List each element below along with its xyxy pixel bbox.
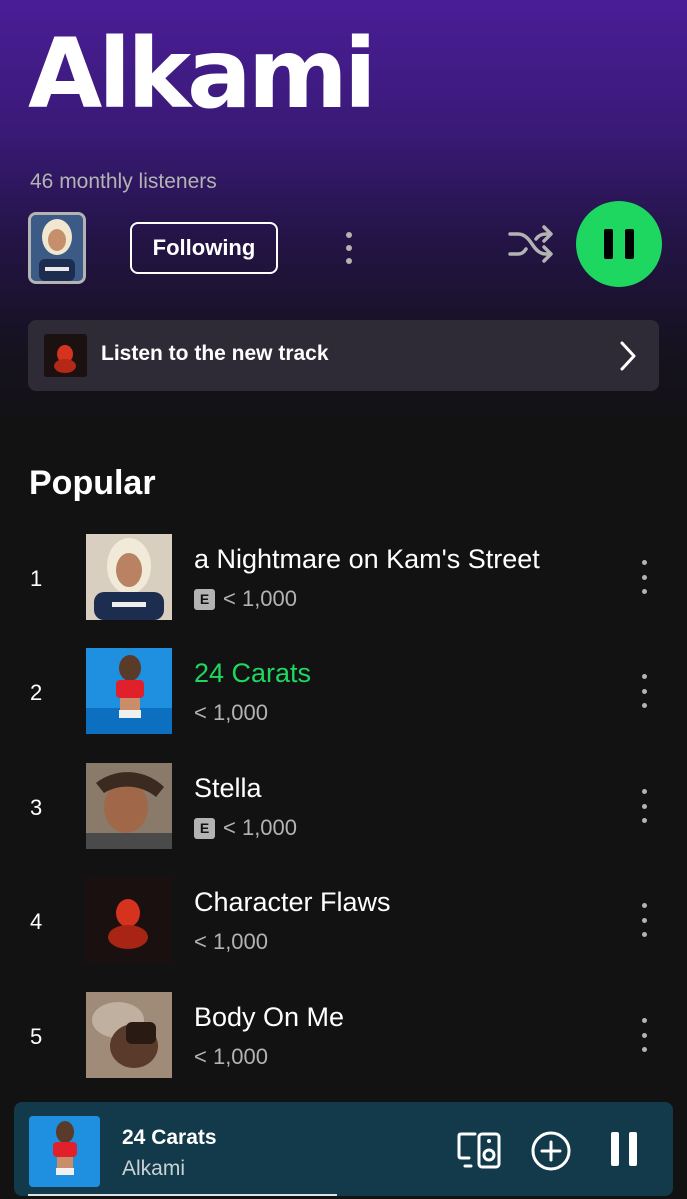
- track-plays: < 1,000: [223, 586, 298, 611]
- track-plays: < 1,000: [223, 815, 298, 840]
- track-title: Stella: [194, 773, 262, 803]
- explicit-badge: E: [194, 817, 215, 839]
- new-track-artwork: [44, 334, 87, 377]
- track-rank: 4: [30, 909, 43, 934]
- track-rank: 1: [30, 566, 43, 591]
- add-circle-icon[interactable]: [530, 1130, 572, 1172]
- track-plays: < 1,000: [194, 1044, 269, 1069]
- connect-device-icon[interactable]: [457, 1130, 503, 1170]
- popular-section-title: Popular: [29, 464, 156, 502]
- track-rank: 2: [30, 680, 43, 705]
- track-artwork: [86, 648, 172, 734]
- track-artwork: [86, 763, 172, 849]
- track-artwork: [86, 877, 172, 963]
- new-track-label: Listen to the new track: [101, 342, 329, 365]
- pause-icon[interactable]: [606, 1132, 642, 1168]
- monthly-listeners: 46 monthly listeners: [30, 170, 217, 193]
- pause-icon: [604, 229, 613, 259]
- track-artwork: [86, 534, 172, 620]
- track-rank: 5: [30, 1024, 43, 1049]
- artist-name: Alkami: [28, 18, 377, 130]
- more-options-icon[interactable]: [637, 1018, 651, 1052]
- playback-progress-bar: [28, 1194, 337, 1196]
- more-options-icon[interactable]: [637, 903, 651, 937]
- track-row[interactable]: 2 24 Carats < 1,000: [0, 648, 687, 740]
- more-options-icon[interactable]: [335, 228, 363, 268]
- track-row[interactable]: 3 Stella E < 1,000: [0, 763, 687, 855]
- explicit-badge: E: [194, 588, 215, 610]
- artist-avatar[interactable]: [28, 212, 86, 284]
- track-row[interactable]: 5 Body On Me < 1,000: [0, 992, 687, 1084]
- more-options-icon[interactable]: [637, 560, 651, 594]
- track-row[interactable]: 1 a Nightmare on Kam's Street E < 1,000: [0, 534, 687, 626]
- track-artwork: [86, 992, 172, 1078]
- now-playing-artist: Alkami: [122, 1157, 186, 1180]
- track-title: Character Flaws: [194, 887, 391, 917]
- chevron-right-icon: [620, 341, 636, 371]
- track-title: Body On Me: [194, 1002, 345, 1032]
- track-title: a Nightmare on Kam's Street: [194, 544, 540, 574]
- now-playing-bar[interactable]: 24 Carats Alkami: [14, 1102, 673, 1196]
- track-plays: < 1,000: [194, 929, 269, 954]
- track-plays: < 1,000: [194, 700, 269, 725]
- pause-button[interactable]: [576, 201, 662, 287]
- now-playing-artwork: [29, 1116, 100, 1187]
- more-options-icon[interactable]: [637, 674, 651, 708]
- more-options-icon[interactable]: [637, 789, 651, 823]
- now-playing-title: 24 Carats: [122, 1126, 217, 1149]
- track-title: 24 Carats: [194, 658, 312, 688]
- track-rank: 3: [30, 795, 43, 820]
- track-row[interactable]: 4 Character Flaws < 1,000: [0, 877, 687, 969]
- following-button[interactable]: Following: [130, 222, 278, 274]
- new-track-banner[interactable]: Listen to the new track: [28, 320, 659, 391]
- shuffle-icon[interactable]: [506, 222, 554, 266]
